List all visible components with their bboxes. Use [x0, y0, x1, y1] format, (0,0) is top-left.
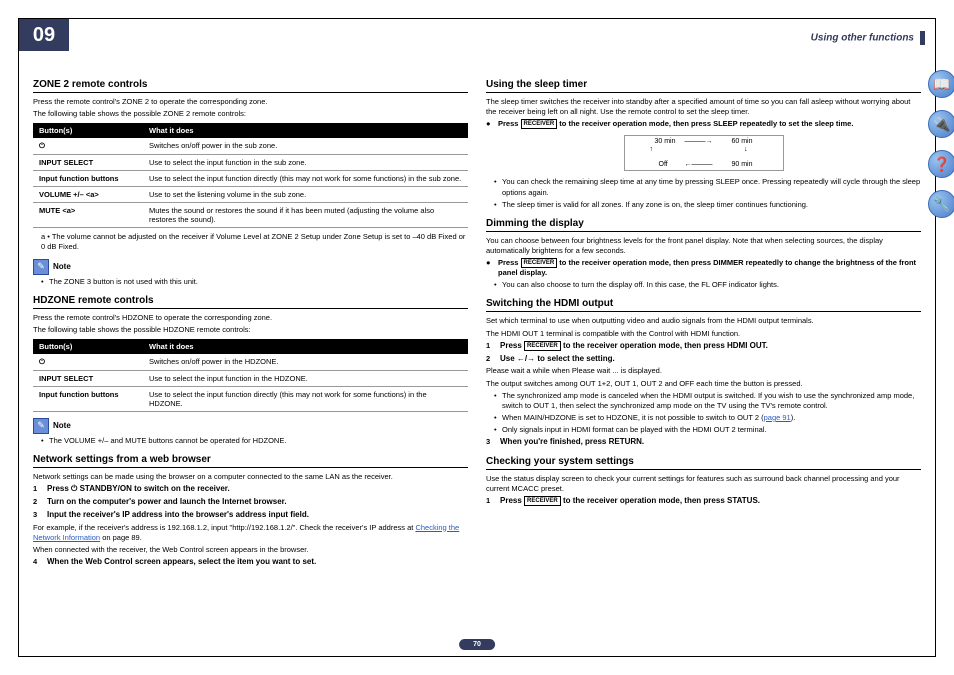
- text: You can choose between four brightness l…: [486, 236, 921, 256]
- note-text: The ZONE 3 button is not used with this …: [41, 277, 468, 287]
- note-box: ✎ Note: [33, 418, 468, 434]
- link-page91[interactable]: page 91: [764, 413, 791, 422]
- step-2: 2Turn on the computer's power and launch…: [33, 497, 468, 508]
- heading-zone2-remote: ZONE 2 remote controls: [33, 79, 468, 93]
- cell: Mutes the sound or restores the sound if…: [143, 203, 468, 228]
- th-buttons: Button(s): [33, 123, 143, 138]
- note-box: ✎ Note: [33, 259, 468, 275]
- cell: Use to select the input function in the …: [143, 370, 468, 386]
- book-icon[interactable]: 📖: [928, 70, 954, 98]
- th-what: What it does: [143, 123, 468, 138]
- side-nav-icons: 📖 🔌 ❓ 🔧: [928, 70, 954, 218]
- cell: Input function buttons: [33, 171, 143, 187]
- sleep-diagram: 30 min———→60 min ↑↓ Off←———90 min: [624, 135, 784, 171]
- receiver-button: RECEIVER: [521, 258, 558, 268]
- right-column: Using the sleep timer The sleep timer sw…: [486, 71, 921, 632]
- receiver-button: RECEIVER: [521, 119, 558, 129]
- cell: VOLUME +/– <a>: [33, 187, 143, 203]
- hdzone-table: Button(s)What it does ⏻Switches on/off p…: [33, 339, 468, 412]
- note-label: Note: [53, 262, 71, 271]
- heading-system-settings: Checking your system settings: [486, 456, 921, 470]
- step: Press RECEIVER to the receiver operation…: [486, 119, 921, 129]
- step-2: 2Use ←/→ to select the setting.: [486, 354, 921, 365]
- text: The sleep timer switches the receiver in…: [486, 97, 921, 117]
- text: Press the remote control's HDZONE to ope…: [33, 313, 468, 323]
- cell: ⏻: [33, 354, 143, 371]
- help-icon[interactable]: ❓: [928, 150, 954, 178]
- tools-icon[interactable]: 🔧: [928, 190, 954, 218]
- bullet: You can check the remaining sleep time a…: [494, 177, 921, 197]
- page-frame: 09 Using other functions ZONE 2 remote c…: [18, 18, 936, 657]
- text: Use the status display screen to check y…: [486, 474, 921, 494]
- cell: Use to select the input function directl…: [143, 386, 468, 411]
- cell: Switches on/off power in the sub zone.: [143, 138, 468, 155]
- text: Press the remote control's ZONE 2 to ope…: [33, 97, 468, 107]
- text: The output switches among OUT 1+2, OUT 1…: [486, 379, 921, 389]
- chapter-number: 09: [19, 19, 69, 51]
- receiver-button: RECEIVER: [524, 341, 561, 351]
- cell: MUTE <a>: [33, 203, 143, 228]
- bullet: You can also choose to turn the display …: [494, 280, 921, 290]
- cell: Switches on/off power in the HDZONE.: [143, 354, 468, 371]
- note-icon: ✎: [33, 259, 49, 275]
- footnote: a • The volume cannot be adjusted on the…: [41, 232, 468, 252]
- bullet: The sleep timer is valid for all zones. …: [494, 200, 921, 210]
- note-icon: ✎: [33, 418, 49, 434]
- th-what: What it does: [143, 339, 468, 354]
- step-3: 3Input the receiver's IP address into th…: [33, 510, 468, 521]
- note-label: Note: [53, 421, 71, 430]
- cell: Input function buttons: [33, 386, 143, 411]
- cell: Use to select the input function directl…: [143, 171, 468, 187]
- bullet: Only signals input in HDMI format can be…: [494, 425, 921, 435]
- section-header: Using other functions: [811, 31, 925, 45]
- step-1: 1Press RECEIVER to the receiver operatio…: [486, 341, 921, 352]
- th-buttons: Button(s): [33, 339, 143, 354]
- cell: ⏻: [33, 138, 143, 155]
- heading-dimming: Dimming the display: [486, 218, 921, 232]
- cell: Use to set the listening volume in the s…: [143, 187, 468, 203]
- heading-network: Network settings from a web browser: [33, 454, 468, 468]
- content-columns: ZONE 2 remote controls Press the remote …: [33, 71, 921, 632]
- device-icon[interactable]: 🔌: [928, 110, 954, 138]
- step: Press RECEIVER to the receiver operation…: [486, 258, 921, 278]
- text: The following table shows the possible Z…: [33, 109, 468, 119]
- heading-hdmi-output: Switching the HDMI output: [486, 298, 921, 312]
- bullet: When MAIN/HDZONE is set to HDZONE, it is…: [494, 413, 921, 423]
- text: For example, if the receiver's address i…: [33, 523, 468, 543]
- text: The HDMI OUT 1 terminal is compatible wi…: [486, 329, 921, 339]
- cell: INPUT SELECT: [33, 155, 143, 171]
- step-4: 4When the Web Control screen appears, se…: [33, 557, 468, 568]
- text: Set which terminal to use when outputtin…: [486, 316, 921, 326]
- cell: Use to select the input function in the …: [143, 155, 468, 171]
- step-3: 3When you're finished, press RETURN.: [486, 437, 921, 448]
- step-1: 1Press RECEIVER to the receiver operatio…: [486, 496, 921, 507]
- page-number: 70: [459, 639, 495, 650]
- text: The following table shows the possible H…: [33, 325, 468, 335]
- cell: INPUT SELECT: [33, 370, 143, 386]
- text: Network settings can be made using the b…: [33, 472, 468, 482]
- receiver-button: RECEIVER: [524, 496, 561, 506]
- heading-sleep-timer: Using the sleep timer: [486, 79, 921, 93]
- text: When connected with the receiver, the We…: [33, 545, 468, 555]
- text: Please wait a while when Please wait ...…: [486, 366, 921, 376]
- zone2-table: Button(s)What it does ⏻Switches on/off p…: [33, 123, 468, 228]
- note-text: The VOLUME +/– and MUTE buttons cannot b…: [41, 436, 468, 446]
- bullet: The synchronized amp mode is canceled wh…: [494, 391, 921, 411]
- left-column: ZONE 2 remote controls Press the remote …: [33, 71, 468, 632]
- heading-hdzone-remote: HDZONE remote controls: [33, 295, 468, 309]
- step-1: 1Press ⏻ STANDBY/ON to switch on the rec…: [33, 484, 468, 495]
